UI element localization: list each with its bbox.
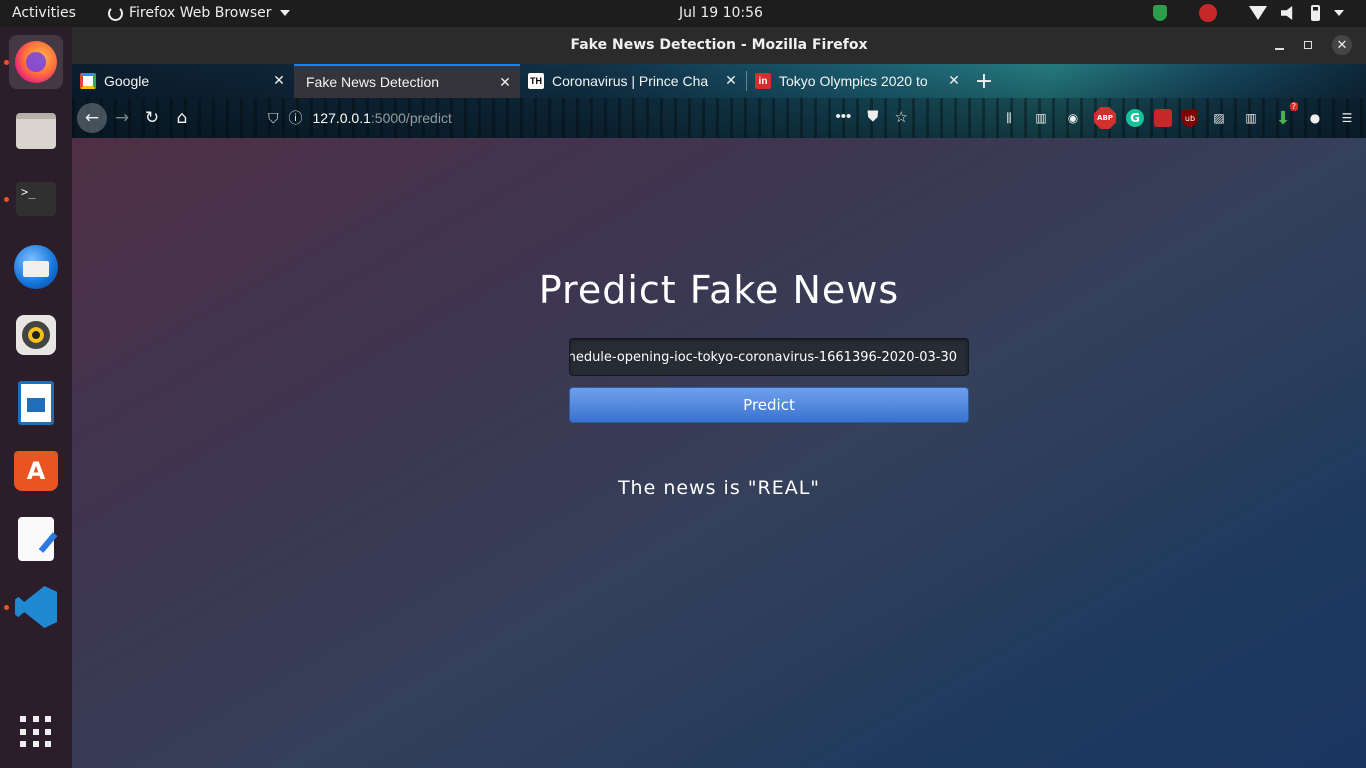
- dock-writer[interactable]: [9, 376, 63, 430]
- system-tray[interactable]: [1153, 4, 1344, 22]
- extension-icon[interactable]: ●: [1304, 107, 1326, 129]
- writer-icon: [18, 381, 54, 425]
- navigation-bar: ← → ↻ ⌂ ⛉ ⓘ 127.0.0.1:5000/predict ••• ⛊…: [72, 98, 1366, 138]
- news-input-value: ate-schedule-opening-ioc-tokyo-coronavir…: [569, 349, 957, 365]
- adblock-plus-icon[interactable]: ABP: [1094, 107, 1116, 129]
- terminal-icon: >_: [16, 182, 56, 216]
- wifi-icon[interactable]: [1249, 6, 1267, 20]
- predict-button[interactable]: Predict: [569, 387, 969, 423]
- ublock-origin-icon[interactable]: ub: [1182, 109, 1198, 127]
- firefox-small-icon: [108, 5, 123, 21]
- dock-text-editor[interactable]: [9, 512, 63, 566]
- thunderbird-icon: [14, 245, 58, 289]
- back-button[interactable]: ←: [77, 103, 107, 133]
- tab-label: Tokyo Olympics 2020 to: [779, 73, 928, 89]
- news-url-input[interactable]: ate-schedule-opening-ioc-tokyo-coronavir…: [569, 338, 969, 376]
- extensions-toolbar: ⫼ ▥ ◉ ABP G ub ▨ ▥ ⬇? ● ☰: [998, 102, 1358, 129]
- ruler-icon[interactable]: ▥: [1240, 107, 1262, 129]
- maximize-button[interactable]: [1304, 41, 1312, 49]
- menu-hamburger-icon[interactable]: ☰: [1336, 107, 1358, 129]
- close-window-button[interactable]: ✕: [1332, 35, 1352, 55]
- tab-strip: Google ✕ Fake News Detection ✕ TH Corona…: [72, 64, 1366, 98]
- close-tab-icon[interactable]: ✕: [724, 73, 738, 87]
- page-title: Predict Fake News: [538, 268, 900, 312]
- chevron-down-icon: [279, 10, 290, 16]
- reload-button[interactable]: ↻: [137, 103, 167, 133]
- dock-vscode[interactable]: [9, 580, 63, 634]
- sidebar-icon[interactable]: ▥: [1030, 107, 1052, 129]
- running-indicator: [4, 197, 9, 202]
- tab-label: Fake News Detection: [306, 74, 440, 90]
- screenshot-icon[interactable]: ▨: [1208, 107, 1230, 129]
- rhythmbox-icon: [16, 315, 56, 355]
- new-tab-button[interactable]: +: [969, 64, 999, 98]
- minimize-button[interactable]: [1275, 48, 1284, 50]
- window-title: Fake News Detection - Mozilla Firefox: [570, 37, 868, 53]
- dock-terminal[interactable]: >_: [9, 172, 63, 226]
- files-icon: [16, 113, 56, 149]
- window-controls: ✕: [1275, 35, 1352, 55]
- url-bar[interactable]: ⛉ ⓘ 127.0.0.1:5000/predict ••• ⛊ ☆: [268, 103, 908, 133]
- shield-icon[interactable]: [1153, 5, 1167, 21]
- page-content: Predict Fake News ate-schedule-opening-i…: [72, 138, 1366, 768]
- google-favicon-icon: [80, 73, 96, 89]
- close-tab-icon[interactable]: ✕: [498, 75, 512, 89]
- tab-google[interactable]: Google ✕: [72, 64, 294, 98]
- text-editor-icon: [18, 517, 54, 561]
- mail-notifier-icon[interactable]: [1199, 4, 1217, 22]
- clock[interactable]: Jul 19 10:56: [679, 5, 763, 21]
- chevron-down-icon[interactable]: [1334, 10, 1344, 16]
- pocket-icon[interactable]: ⛊: [867, 108, 878, 126]
- bookmark-star-icon[interactable]: ☆: [895, 108, 908, 126]
- library-icon[interactable]: ⫼: [998, 107, 1020, 129]
- th-favicon-icon: TH: [528, 73, 544, 89]
- grammarly-icon[interactable]: G: [1126, 109, 1144, 127]
- prediction-result: The news is "REAL": [617, 477, 821, 499]
- close-tab-icon[interactable]: ✕: [947, 73, 961, 87]
- running-indicator: [4, 60, 9, 65]
- dock-thunderbird[interactable]: [9, 240, 63, 294]
- running-indicator: [4, 605, 9, 610]
- account-icon[interactable]: ◉: [1062, 107, 1084, 129]
- gnome-top-bar: Activities Firefox Web Browser Jul 19 10…: [0, 0, 1366, 27]
- url-host: 127.0.0.1: [312, 110, 371, 126]
- dock-rhythmbox[interactable]: [9, 308, 63, 362]
- home-button[interactable]: ⌂: [167, 103, 197, 133]
- downloads-icon[interactable]: ⬇?: [1272, 102, 1298, 129]
- dock-firefox[interactable]: [9, 35, 63, 89]
- tab-tokyo-olympics[interactable]: in Tokyo Olympics 2020 to ✕: [747, 64, 969, 98]
- forward-button[interactable]: →: [107, 103, 137, 133]
- battery-icon[interactable]: [1311, 5, 1320, 21]
- in-favicon-icon: in: [755, 73, 771, 89]
- show-applications-button[interactable]: [9, 705, 63, 759]
- browser-toolbar: Google ✕ Fake News Detection ✕ TH Corona…: [72, 64, 1366, 138]
- site-info-icon[interactable]: ⓘ: [289, 108, 303, 128]
- firefox-icon: [15, 41, 57, 83]
- app-menu[interactable]: Firefox Web Browser: [108, 5, 290, 21]
- show-apps-icon: [20, 716, 52, 748]
- vscode-icon: [15, 586, 57, 628]
- tab-fake-news-detection[interactable]: Fake News Detection ✕: [294, 64, 520, 98]
- tab-label: Google: [104, 73, 150, 89]
- color-picker-icon[interactable]: [1154, 109, 1172, 127]
- close-tab-icon[interactable]: ✕: [272, 73, 286, 87]
- more-actions-icon[interactable]: •••: [836, 108, 852, 126]
- title-bar[interactable]: Fake News Detection - Mozilla Firefox ✕: [72, 27, 1366, 64]
- page-actions: ••• ⛊ ☆: [836, 108, 908, 126]
- software-icon: A: [14, 451, 58, 491]
- dock-software[interactable]: A: [9, 444, 63, 498]
- tracking-protection-shield-icon[interactable]: ⛉: [268, 110, 279, 127]
- dock: >_ A: [0, 27, 72, 768]
- volume-icon[interactable]: [1281, 6, 1293, 20]
- tab-label: Coronavirus | Prince Cha: [552, 73, 709, 89]
- tab-coronavirus[interactable]: TH Coronavirus | Prince Cha ✕: [520, 64, 746, 98]
- firefox-window: Fake News Detection - Mozilla Firefox ✕ …: [72, 27, 1366, 768]
- app-menu-label: Firefox Web Browser: [129, 5, 272, 21]
- dock-files[interactable]: [9, 104, 63, 158]
- url-path: :5000/predict: [370, 110, 452, 126]
- activities-button[interactable]: Activities: [12, 5, 76, 21]
